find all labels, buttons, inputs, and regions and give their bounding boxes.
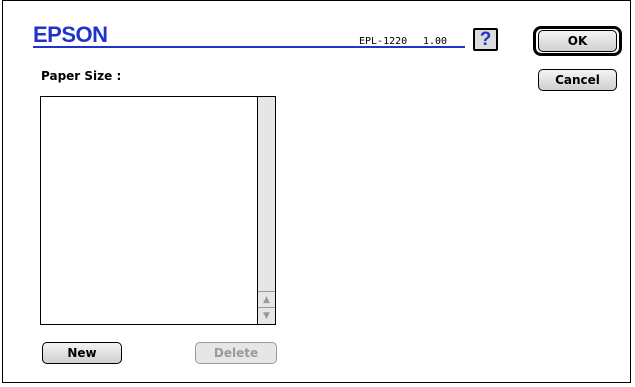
paper-size-list[interactable] [40,96,258,325]
epson-logo: EPSON [33,22,108,47]
scroll-down-arrow-icon[interactable]: ▼ [258,307,275,324]
cancel-button[interactable]: Cancel [538,69,617,91]
ok-button[interactable]: OK [538,30,617,52]
help-button[interactable]: ? [473,28,498,51]
paper-size-dialog: EPSON EPL-1220 1.00 ? OK Cancel Paper Si… [2,0,631,383]
driver-version: 1.00 [423,36,448,47]
paper-size-scrollbar[interactable]: ▲ ▼ [257,96,276,325]
help-icon: ? [479,29,492,50]
printer-model: EPL-1220 [359,36,408,47]
new-button[interactable]: New [42,342,122,364]
scroll-up-arrow-icon[interactable]: ▲ [258,291,275,308]
delete-button[interactable]: Delete [195,342,277,364]
paper-size-label: Paper Size : [41,69,122,83]
